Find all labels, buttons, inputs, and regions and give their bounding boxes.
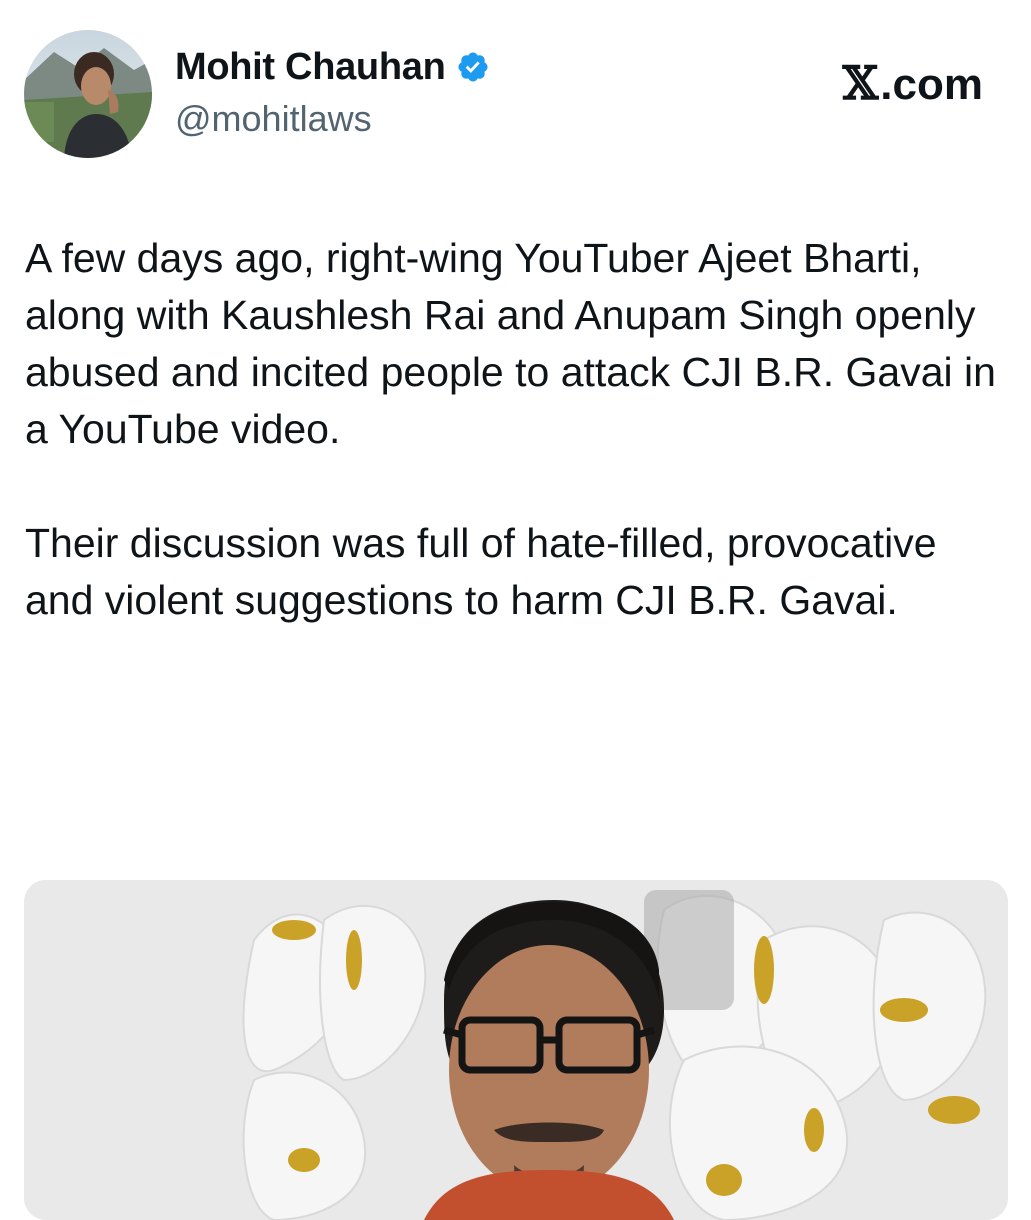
author-avatar[interactable] bbox=[24, 30, 152, 158]
x-logo-icon: 𝕏 bbox=[842, 56, 879, 110]
tweet-header: Mohit Chauhan @mohitlaws 𝕏 .com bbox=[0, 0, 1031, 170]
brand-label: .com bbox=[880, 60, 983, 109]
brand-watermark: 𝕏 .com bbox=[843, 56, 983, 110]
author-display-name[interactable]: Mohit Chauhan bbox=[175, 46, 446, 89]
tweet-media-image[interactable] bbox=[24, 880, 1008, 1220]
video-still-photo bbox=[24, 880, 1008, 1220]
avatar-photo bbox=[24, 30, 152, 158]
author-handle[interactable]: @mohitlaws bbox=[175, 98, 372, 140]
tweet-text: A few days ago, right-wing YouTuber Ajee… bbox=[25, 230, 1000, 629]
tweet-paragraph: A few days ago, right-wing YouTuber Ajee… bbox=[25, 235, 996, 452]
verified-badge-icon bbox=[456, 50, 490, 84]
tweet-paragraph: Their discussion was full of hate-filled… bbox=[25, 520, 937, 623]
author-name-row: Mohit Chauhan bbox=[175, 44, 490, 90]
